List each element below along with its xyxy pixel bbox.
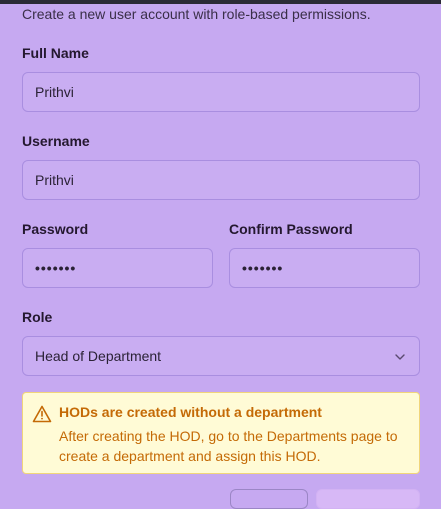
cancel-button[interactable]	[230, 489, 308, 509]
confirm-password-label: Confirm Password	[229, 221, 353, 237]
full-name-label: Full Name	[22, 45, 89, 61]
username-label: Username	[22, 133, 90, 149]
full-name-input[interactable]: Prithvi	[22, 72, 420, 112]
alert-body: After creating the HOD, go to the Depart…	[59, 428, 398, 464]
hod-info-alert: HODs are created without a department Af…	[22, 392, 420, 474]
password-label: Password	[22, 221, 89, 237]
username-value: Prithvi	[35, 172, 74, 188]
chevron-down-icon	[395, 354, 405, 360]
top-bar	[0, 0, 441, 4]
create-user-button[interactable]	[316, 489, 420, 509]
role-select[interactable]: Head of Department	[22, 336, 420, 376]
role-selected-value: Head of Department	[35, 348, 162, 364]
full-name-value: Prithvi	[35, 84, 74, 100]
warning-triangle-icon	[32, 405, 52, 423]
role-label: Role	[22, 309, 53, 325]
confirm-password-value: •••••••	[242, 260, 284, 276]
alert-title: HODs are created without a department	[59, 404, 322, 420]
form-subtitle: Create a new user account with role-base…	[22, 6, 371, 22]
password-input[interactable]: •••••••	[22, 248, 213, 288]
confirm-password-input[interactable]: •••••••	[229, 248, 420, 288]
password-value: •••••••	[35, 260, 77, 276]
username-input[interactable]: Prithvi	[22, 160, 420, 200]
